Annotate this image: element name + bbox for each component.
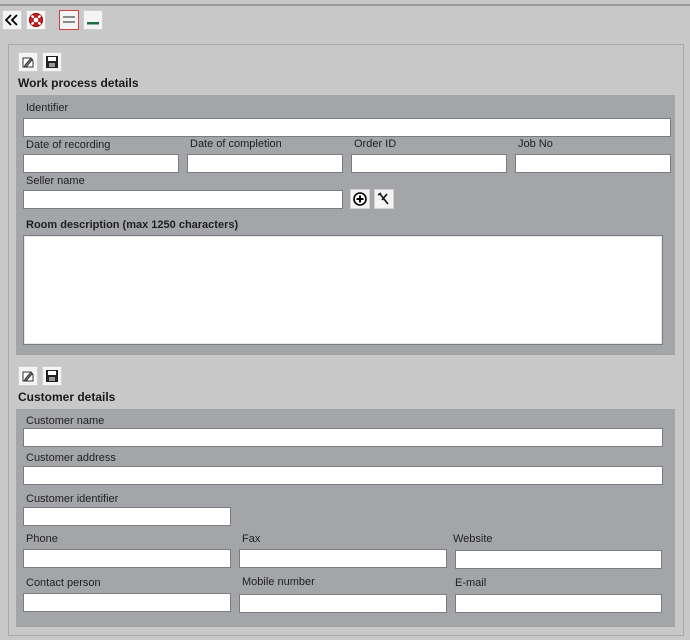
job-no-label: Job No <box>518 138 553 150</box>
customer-identifier-field[interactable] <box>23 507 231 526</box>
date-completion-label: Date of completion <box>190 138 282 150</box>
room-description-textarea[interactable] <box>23 235 663 345</box>
lifebuoy-icon <box>29 13 43 27</box>
contact-person-field[interactable] <box>23 593 231 612</box>
customer-address-field[interactable] <box>23 466 663 485</box>
date-recording-label: Date of recording <box>26 139 111 151</box>
collapse-button[interactable] <box>2 10 22 30</box>
fax-field[interactable] <box>239 549 447 568</box>
contact-person-label: Contact person <box>26 577 101 589</box>
job-no-field[interactable] <box>515 154 671 173</box>
identifier-field[interactable] <box>23 118 671 137</box>
mobile-number-field[interactable] <box>239 594 447 613</box>
customer-save-button[interactable] <box>42 366 62 386</box>
fax-label: Fax <box>242 533 261 545</box>
identifier-label: Identifier <box>26 102 69 114</box>
phone-label: Phone <box>26 533 58 545</box>
plus-circle-icon <box>353 192 367 206</box>
customer-address-label: Customer address <box>26 452 116 464</box>
customer-identifier-label: Customer identifier <box>26 493 119 505</box>
room-description-label: Room description (max 1250 characters) <box>26 219 239 231</box>
customer-edit-button[interactable] <box>18 366 38 386</box>
order-id-label: Order ID <box>354 138 397 150</box>
layout-button[interactable] <box>59 10 79 30</box>
email-field[interactable] <box>455 594 662 613</box>
date-completion-field[interactable] <box>187 154 343 173</box>
website-field[interactable] <box>455 550 662 569</box>
website-label: Website <box>453 533 493 545</box>
top-divider <box>0 4 690 6</box>
email-label: E-mail <box>455 577 487 589</box>
help-button[interactable] <box>26 10 46 30</box>
add-seller-button[interactable] <box>350 189 370 209</box>
floppy-disk-icon <box>46 370 58 382</box>
customer-name-field[interactable] <box>23 428 663 447</box>
seller-name-label: Seller name <box>26 175 85 187</box>
minimize-button[interactable] <box>83 10 103 30</box>
customer-name-label: Customer name <box>26 415 105 427</box>
edit-button[interactable] <box>18 52 38 72</box>
clear-icon <box>377 192 389 205</box>
order-id-field[interactable] <box>351 154 507 173</box>
edit-icon <box>22 57 34 68</box>
clear-seller-button[interactable] <box>374 189 394 209</box>
floppy-disk-icon <box>46 56 58 68</box>
date-recording-field[interactable] <box>23 154 179 173</box>
customer-title: Customer details <box>18 390 116 404</box>
double-chevron-left-icon <box>5 14 18 26</box>
minimize-icon <box>87 22 99 25</box>
mobile-number-label: Mobile number <box>242 576 315 588</box>
equals-layout-icon <box>63 16 75 23</box>
seller-name-field[interactable] <box>23 190 343 209</box>
edit-icon <box>22 371 34 382</box>
work-process-title: Work process details <box>18 76 139 90</box>
save-button[interactable] <box>42 52 62 72</box>
phone-field[interactable] <box>23 549 231 568</box>
